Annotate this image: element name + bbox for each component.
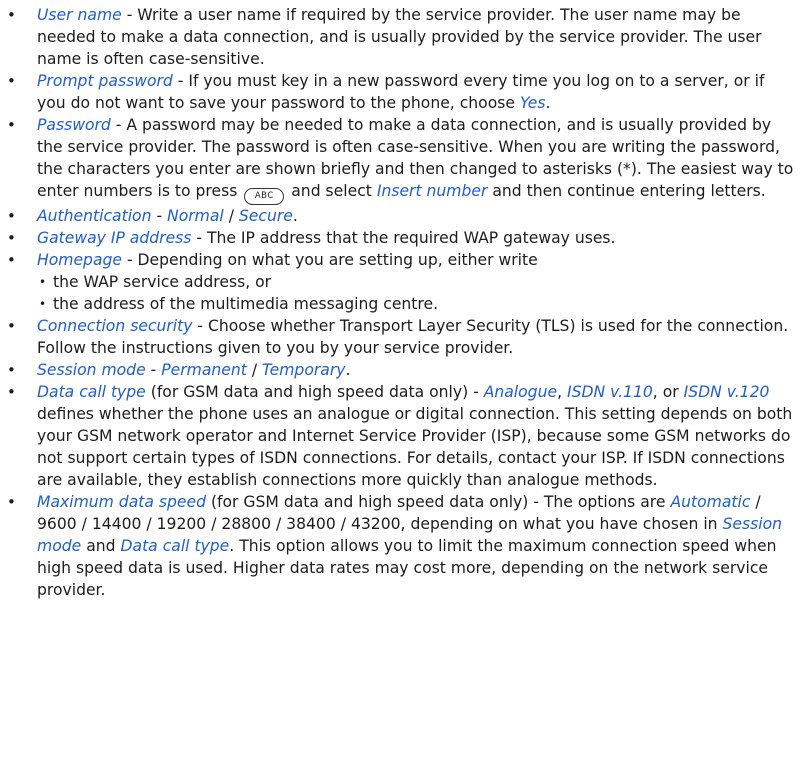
option-isdn-v120: ISDN v.120 [683, 383, 770, 401]
bullet: • [7, 317, 16, 335]
option-permanent: Permanent [161, 361, 247, 379]
sub-list-item: • the address of the multimedia messagin… [39, 295, 439, 313]
bullet: • [7, 383, 16, 401]
abc-key-icon: ABC [244, 188, 285, 205]
list-item-user-name: • User name - Write a user name if requi… [0, 4, 801, 70]
list-item-session-mode: • Session mode - Permanent / Temporary. [7, 361, 351, 379]
option-insert-number: Insert number [376, 182, 488, 200]
bullet: • [7, 6, 16, 24]
option-secure: Secure [238, 207, 293, 225]
list-item-gateway-ip: • Gateway IP address - The IP address th… [0, 227, 801, 249]
list-item-maximum-data-speed: • Maximum data speed (for GSM data and h… [7, 493, 783, 599]
option-normal: Normal [167, 207, 224, 225]
option-isdn-v110: ISDN v.110 [566, 383, 653, 401]
term-prompt-password: Prompt password [37, 72, 173, 90]
bullet: • [7, 116, 16, 134]
list-item-password: • Password - A password may be needed to… [0, 114, 801, 205]
list-item-prompt-password: • Prompt password - If you must key in a… [7, 72, 765, 112]
bullet: • [7, 229, 16, 247]
bullet: • [39, 297, 47, 311]
description: - Depending on what you are setting up, … [122, 251, 538, 269]
bullet: • [7, 207, 16, 225]
ref-data-call-type: Data call type [120, 537, 230, 555]
list-item-homepage: • Homepage - Depending on what you are s… [0, 249, 801, 271]
list-item-data-call-type: • Data call type (for GSM data and high … [7, 383, 793, 489]
bullet: • [7, 493, 16, 511]
term-connection-security: Connection security [37, 317, 193, 335]
term-maximum-data-speed: Maximum data speed [37, 493, 206, 511]
term-session-mode: Session mode [37, 361, 146, 379]
bullet: • [39, 275, 47, 289]
description: - Write a user name if required by the s… [37, 6, 762, 68]
term-user-name: User name [37, 6, 122, 24]
option-automatic: Automatic [670, 493, 751, 511]
document-page: • User name - Write a user name if requi… [0, 0, 801, 601]
description: - The IP address that the required WAP g… [191, 229, 616, 247]
option-yes: Yes [519, 94, 546, 112]
term-authentication: Authentication [37, 207, 152, 225]
term-gateway-ip-address: Gateway IP address [37, 229, 192, 247]
sub-list-item: • the WAP service address, or [39, 273, 272, 291]
bullet: • [7, 361, 16, 379]
option-analogue: Analogue [483, 383, 558, 401]
option-temporary: Temporary [262, 361, 346, 379]
bullet: • [7, 72, 16, 90]
term-data-call-type: Data call type [37, 383, 146, 401]
list-item-authentication: • Authentication - Normal / Secure. [7, 207, 298, 225]
description: defines whether the phone uses an analog… [37, 405, 793, 489]
term-homepage: Homepage [37, 251, 122, 269]
term-password: Password [37, 116, 111, 134]
list-item-connection-security: • Connection security - Choose whether T… [0, 315, 801, 359]
bullet: • [7, 251, 16, 269]
